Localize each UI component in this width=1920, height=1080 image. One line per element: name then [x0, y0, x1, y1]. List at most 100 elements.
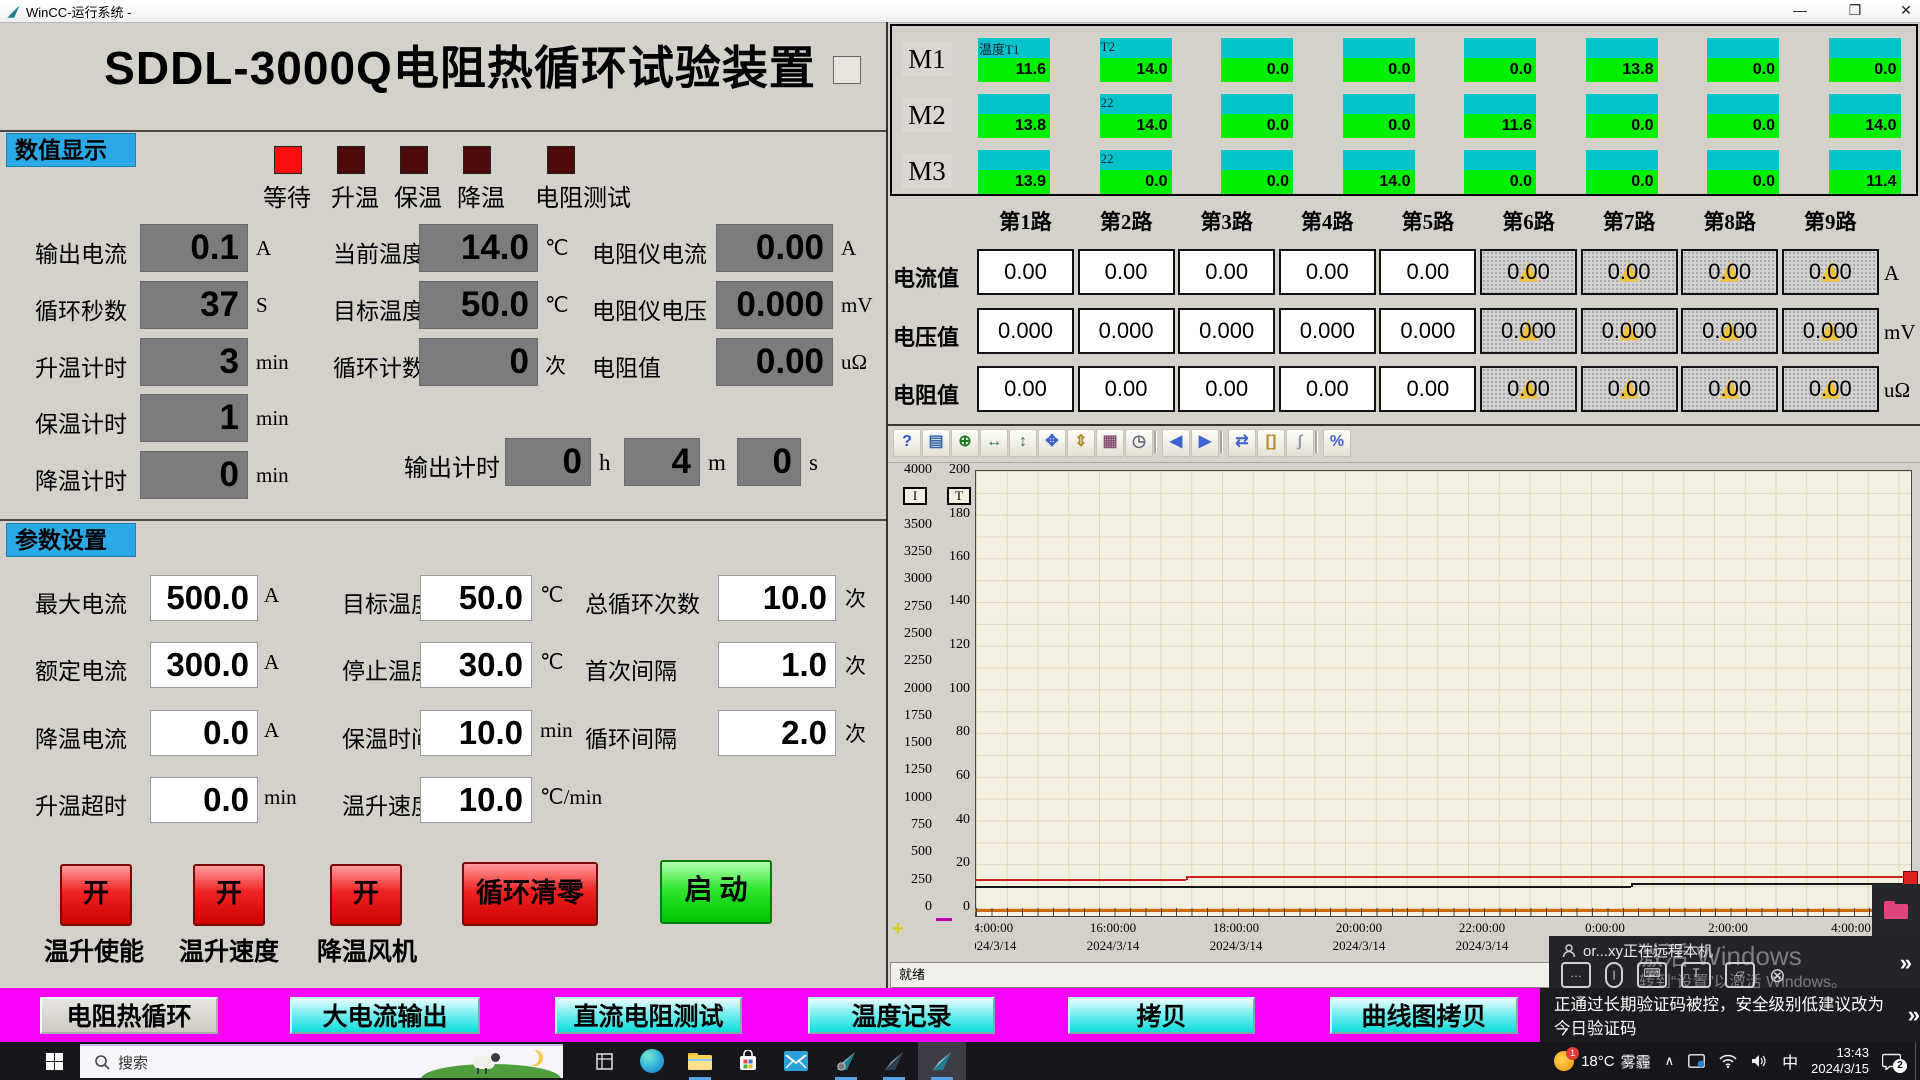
remote-chat-icon[interactable]: … [1561, 962, 1591, 988]
switch-button-2[interactable]: 开 [193, 864, 265, 926]
curve-select-icon[interactable]: ⇄ [1228, 429, 1256, 457]
y-tick-temperature-60: 60 [938, 768, 970, 784]
taskbar-explorer-button[interactable] [676, 1042, 724, 1080]
y-scale-icon[interactable]: ⇕ [1067, 429, 1095, 457]
monitor-cell-top [1586, 150, 1658, 170]
taskbar-mail-button[interactable] [772, 1042, 820, 1080]
remote-expand-chevron[interactable]: » [1900, 950, 1912, 976]
nav-button-4[interactable]: 温度记录 [808, 997, 995, 1034]
monitor-cell-M1-2: 14.0T2 [1100, 38, 1172, 82]
param-unit-col3-1: 次 [845, 583, 866, 613]
taskbar-edge-button[interactable] [628, 1042, 676, 1080]
nav-button-3[interactable]: 直流电阻测试 [555, 997, 742, 1034]
close-button[interactable]: ✕ [1884, 0, 1920, 21]
y-tick-temperature-200: 200 [938, 462, 970, 478]
remote-folder-popup[interactable] [1872, 884, 1920, 936]
param-input-col3-1[interactable]: 10.0 [718, 575, 836, 621]
tray-wifi-icon[interactable] [1719, 1054, 1737, 1068]
taskbar-wincc-editor-button[interactable] [870, 1042, 918, 1080]
remote-folder-icon[interactable]: ▱ [1725, 962, 1755, 988]
notification-center-button[interactable]: 2 [1882, 1053, 1901, 1070]
nav-button-6[interactable]: 曲线图拷贝 [1330, 997, 1518, 1034]
param-input-col2-4[interactable]: 10.0 [420, 777, 532, 823]
y-tick-temperature-180: 180 [938, 506, 970, 522]
y-tick-current-2750: 2750 [890, 599, 932, 615]
pan-icon[interactable]: ✥ [1038, 429, 1066, 457]
param-input-col1-3[interactable]: 0.0 [150, 710, 258, 756]
tray-volume-icon[interactable] [1751, 1054, 1768, 1068]
switch-label-2: 温升速度 [179, 932, 279, 968]
remote-close-icon[interactable]: ⊗ [1769, 963, 1786, 988]
monitor-cell-value: 0.0 [1221, 58, 1293, 82]
param-input-col2-2[interactable]: 30.0 [420, 642, 532, 688]
x-tick-time-2: 16:00:00 [1068, 920, 1158, 936]
param-input-col3-3[interactable]: 2.0 [718, 710, 836, 756]
monitor-cell-top [1829, 150, 1901, 170]
taskbar-store-button[interactable] [724, 1042, 772, 1080]
taskbar-wincc-runtime-button[interactable] [918, 1042, 966, 1080]
param-input-col2-1[interactable]: 50.0 [420, 575, 532, 621]
y-tick-temperature-100: 100 [938, 681, 970, 697]
time-range-icon[interactable]: ◷ [1125, 429, 1153, 457]
param-input-col1-1[interactable]: 500.0 [150, 575, 258, 621]
tray-chevron-up-icon[interactable]: ∧ [1665, 1053, 1675, 1069]
status-label-1: 等待 [263, 178, 311, 213]
tray-temperature[interactable]: 18°C [1581, 1053, 1615, 1070]
minimize-button[interactable]: — [1778, 0, 1822, 21]
remote-mic-icon[interactable]: ꞁ [1605, 962, 1623, 988]
x-tick-time-1: 14:00:00 [975, 920, 1035, 936]
zoom-in-icon[interactable]: ⊕ [951, 429, 979, 457]
monitor-cell-value: 0.0 [1100, 170, 1172, 194]
nav-button-2[interactable]: 大电流输出 [290, 997, 480, 1034]
monitor-cell-M1-1: 11.6温度T1 [978, 38, 1050, 82]
scroll-right-icon[interactable]: ▶ [1191, 429, 1219, 457]
nav-button-5[interactable]: 拷贝 [1068, 997, 1255, 1034]
tray-clock[interactable]: 13:43 2024/3/15 [1811, 1045, 1869, 1077]
taskbar-wincc-explorer-button[interactable] [822, 1042, 870, 1080]
task-view-button[interactable] [580, 1042, 628, 1080]
axis-box-current[interactable]: I [903, 487, 927, 505]
range-brackets-icon[interactable]: [] [1257, 429, 1285, 457]
wincc-editor-icon [883, 1050, 905, 1072]
mail-icon [784, 1051, 808, 1071]
statistics-icon[interactable]: ∫ [1286, 429, 1314, 457]
help-icon[interactable]: ? [893, 429, 921, 457]
show-desktop-button[interactable] [1915, 1042, 1920, 1080]
security-expand-chevron[interactable]: » [1908, 1002, 1920, 1028]
tray-weather-text[interactable]: 雾霾 [1621, 1051, 1651, 1072]
percent-icon[interactable]: % [1323, 429, 1351, 457]
zoom-area-icon[interactable]: ▦ [1096, 429, 1124, 457]
nav-button-1[interactable]: 电阻热循环 [40, 997, 218, 1034]
tray-ime-indicator[interactable]: 中 [1782, 1049, 1798, 1073]
x-axis-tick-strip [976, 908, 1911, 916]
remote-keyboard-icon[interactable]: ⌨ [1637, 962, 1667, 988]
restore-button[interactable]: ❐ [1833, 0, 1877, 21]
monitor-row-label-M2: M2 [902, 98, 952, 132]
cycle-clear-button[interactable]: 循环清零 [462, 862, 598, 926]
switch-button-3[interactable]: 开 [330, 864, 402, 926]
monitor-cell-value: 0.0 [1221, 114, 1293, 138]
start-button[interactable] [30, 1042, 78, 1080]
search-input[interactable]: 搜索 [80, 1044, 563, 1078]
table-col-header-7: 第7路 [1581, 206, 1678, 236]
start-button[interactable]: 启 动 [660, 860, 772, 924]
axis-box-temperature[interactable]: T [947, 487, 971, 505]
table-cell-r2c9: ▲0.000 [1782, 308, 1879, 354]
param-input-col2-3[interactable]: 10.0 [420, 710, 532, 756]
remote-text-icon[interactable]: T [1681, 962, 1711, 988]
zoom-vertical-icon[interactable]: ↕ [1009, 429, 1037, 457]
param-input-col3-2[interactable]: 1.0 [718, 642, 836, 688]
weather-badge: 1 [1566, 1047, 1579, 1060]
param-unit-col3-2: 次 [845, 650, 866, 680]
weather-icon[interactable]: 1 [1554, 1051, 1574, 1071]
param-label-col3-2: 首次间隔 [585, 652, 677, 686]
properties-icon[interactable]: ▤ [922, 429, 950, 457]
search-highlight-art[interactable] [421, 1048, 561, 1078]
display-value-col1-5: 0 [140, 451, 248, 499]
tray-cast-icon[interactable] [1688, 1054, 1705, 1068]
zoom-horizontal-icon[interactable]: ↔ [980, 429, 1008, 457]
param-input-col1-4[interactable]: 0.0 [150, 777, 258, 823]
switch-button-1[interactable]: 开 [60, 864, 132, 926]
scroll-left-icon[interactable]: ◀ [1162, 429, 1190, 457]
param-input-col1-2[interactable]: 300.0 [150, 642, 258, 688]
